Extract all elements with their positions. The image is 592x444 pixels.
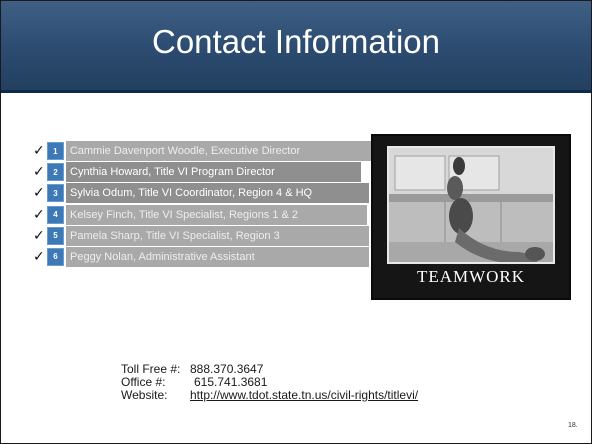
list-item: ✓ 4 Kelsey Finch, Title VI Specialist, R… bbox=[33, 204, 371, 225]
check-icon: ✓ bbox=[33, 143, 45, 159]
number-badge: 6 bbox=[47, 247, 64, 266]
poster-photo bbox=[387, 146, 555, 264]
toll-free-line: Toll Free #: 888.370.3647 bbox=[121, 363, 418, 376]
dogs-cat-teamwork-illustration bbox=[389, 148, 553, 262]
teamwork-poster: TEAMWORK bbox=[371, 134, 571, 300]
contact-list: ✓ 1 Cammie Davenport Woodle, Executive D… bbox=[33, 141, 371, 268]
website-link[interactable]: http://www.tdot.state.tn.us/civil-rights… bbox=[190, 389, 418, 402]
number-badge: 4 bbox=[47, 205, 64, 224]
check-icon: ✓ bbox=[33, 185, 45, 202]
slide: Contact Information ✓ 1 Cammie Davenport… bbox=[0, 0, 592, 444]
list-item: ✓ 3 Sylvia Odum, Title VI Coordinator, R… bbox=[33, 183, 371, 204]
number-badge: 5 bbox=[47, 226, 64, 245]
contact-label: Peggy Nolan, Administrative Assistant bbox=[66, 246, 369, 267]
website-label: Website: bbox=[121, 388, 168, 402]
check-icon: ✓ bbox=[33, 164, 45, 181]
check-icon: ✓ bbox=[33, 227, 45, 244]
contact-details: Toll Free #: 888.370.3647 Office #: 615.… bbox=[121, 363, 418, 402]
list-item: ✓ 1 Cammie Davenport Woodle, Executive D… bbox=[33, 141, 371, 161]
website-line: Website: http://www.tdot.state.tn.us/civ… bbox=[121, 389, 418, 402]
number-badge: 1 bbox=[46, 142, 64, 160]
contact-label: Cynthia Howard, Title VI Program Directo… bbox=[66, 162, 361, 183]
check-icon: ✓ bbox=[33, 206, 45, 223]
poster-caption: TEAMWORK bbox=[416, 267, 526, 286]
list-item: ✓ 5 Pamela Sharp, Title VI Specialist, R… bbox=[33, 225, 371, 246]
number-badge: 3 bbox=[47, 184, 64, 203]
contact-label: Sylvia Odum, Title VI Coordinator, Regio… bbox=[66, 183, 369, 204]
slide-title: Contact Information bbox=[152, 23, 440, 60]
list-item: ✓ 6 Peggy Nolan, Administrative Assistan… bbox=[33, 246, 371, 267]
check-icon: ✓ bbox=[33, 248, 45, 265]
number-badge: 2 bbox=[47, 163, 64, 182]
title-bar: Contact Information bbox=[1, 1, 591, 93]
list-item: ✓ 2 Cynthia Howard, Title VI Program Dir… bbox=[33, 162, 371, 183]
page-number: 18. bbox=[568, 422, 578, 429]
contact-label: Kelsey Finch, Title VI Specialist, Regio… bbox=[66, 204, 367, 225]
contact-label: Cammie Davenport Woodle, Executive Direc… bbox=[65, 141, 371, 161]
contact-label: Pamela Sharp, Title VI Specialist, Regio… bbox=[66, 225, 369, 246]
